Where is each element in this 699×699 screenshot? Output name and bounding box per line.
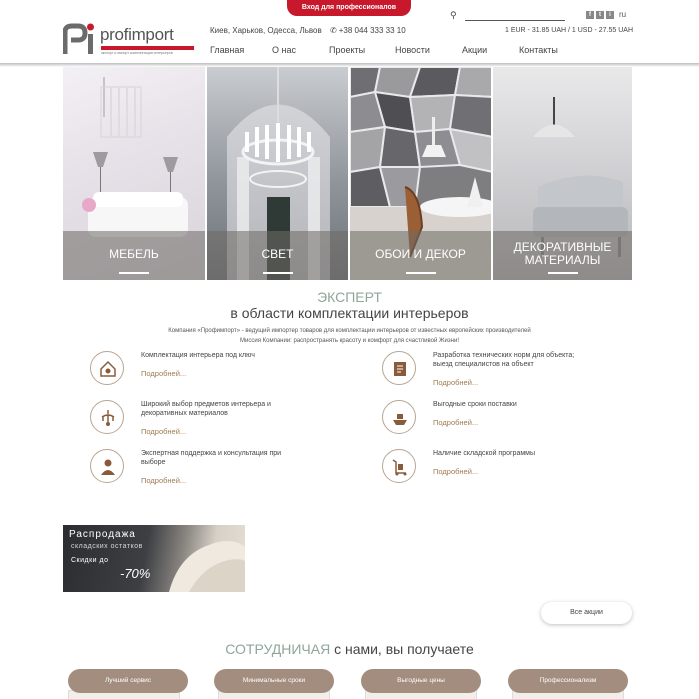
tile-label: Мебель (109, 247, 159, 261)
expert-desc-line2: Миссия Компании: распространять красоту … (240, 338, 459, 344)
instagram-icon[interactable]: i (606, 11, 614, 19)
feature-warehouse: Наличие складской программы Подробней... (382, 449, 612, 489)
facebook-icon[interactable]: f (586, 11, 594, 19)
nav-about[interactable]: О нас (272, 45, 296, 55)
sale-subtitle: складских остатков (71, 543, 143, 550)
tile-furniture[interactable]: Мебель (63, 67, 205, 280)
feature-delivery: Выгодные сроки поставки Подробней... (382, 400, 612, 440)
feature-turnkey: Комплектация интерьера под ключ Подробне… (90, 351, 310, 391)
pi-logo-icon (63, 23, 94, 54)
pro-login-button[interactable]: Вход для профессионалов (287, 0, 411, 16)
feature-expert-support: Экспертная поддержка и консультация при … (90, 449, 310, 489)
tile-decor-materials[interactable]: Декоративные материалы (491, 67, 632, 280)
currency-rates: 1 EUR - 31.85 UAH / 1 USD - 27.55 UAH (505, 27, 633, 34)
sale-banner[interactable]: Распродажа складских остатков Скидки до … (63, 525, 245, 592)
expert-subtitle: в области комплектации интерьеров (230, 305, 469, 321)
sale-fabric-illustration (169, 541, 245, 592)
logo[interactable]: profimport экспорт и импорт комплектация… (63, 22, 198, 56)
tile-wallpaper[interactable]: Обои и декор (348, 67, 491, 280)
feature-more-link[interactable]: Подробней... (433, 378, 478, 387)
twitter-icon[interactable]: t (596, 11, 604, 19)
benefit-min-terms[interactable]: Минимальные сроки (214, 669, 334, 693)
sale-title: Распродажа (69, 529, 136, 540)
feature-text: Наличие складской программы (433, 450, 536, 457)
nav-news[interactable]: Новости (395, 45, 430, 55)
feature-more-link[interactable]: Подробней... (433, 418, 478, 427)
search-icon[interactable]: ⚲ (450, 10, 457, 21)
language-switch[interactable]: ru (619, 10, 626, 19)
feature-wide-choice: Широкий выбор предметов интерьера и деко… (90, 400, 310, 440)
document-icon (382, 351, 416, 385)
coop-highlight: СОТРУДНИЧАЯ (225, 641, 331, 657)
social-links: f t i (586, 11, 614, 19)
tile-label-line2: материалы (524, 253, 601, 267)
nav-projects[interactable]: Проекты (329, 45, 365, 55)
cities: Киев, Харьков, Одесса, Львов (210, 26, 322, 35)
nav-home[interactable]: Главная (210, 45, 244, 55)
expert-desc-line1: Компания «Профимпорт» - ведущий импортер… (168, 328, 531, 334)
search[interactable]: ⚲ (450, 10, 566, 22)
brand-tagline: экспорт и импорт комплектация интерьеров (101, 51, 173, 55)
tile-underline (119, 272, 149, 274)
expert-title: ЭКСПЕРТ (317, 289, 382, 305)
phone[interactable]: ✆ +38 044 333 33 10 (330, 26, 406, 35)
nav-contacts[interactable]: Контакты (519, 45, 558, 55)
search-input[interactable] (465, 10, 565, 20)
tile-underline (263, 272, 293, 274)
expert-description: Компания «Профимпорт» - ведущий импортер… (0, 326, 699, 346)
feature-more-link[interactable]: Подробней... (433, 467, 478, 476)
benefit-best-service[interactable]: Лучший сервис (68, 669, 188, 693)
sale-discount-value: -70% (120, 566, 151, 581)
consultant-icon (90, 449, 124, 483)
feature-text: Экспертная поддержка и консультация при … (141, 450, 282, 466)
feature-tech-norms: Разработка технических норм для объекта;… (382, 351, 612, 391)
nav-promos[interactable]: Акции (462, 45, 487, 55)
brand-name: profimport (100, 25, 174, 44)
category-tiles: Мебель Свет (63, 67, 632, 280)
house-icon (90, 351, 124, 385)
phone-number: +38 044 333 33 10 (338, 26, 406, 35)
chandelier-icon (90, 400, 124, 434)
brand-bar (101, 46, 194, 50)
ship-icon (382, 400, 416, 434)
tile-label: Обои и декор (375, 247, 466, 261)
coop-rest: с нами, вы получаете (330, 641, 474, 657)
feature-more-link[interactable]: Подробней... (141, 427, 186, 436)
tile-label: Свет (261, 247, 294, 261)
feature-text: Комплектация интерьера под ключ (141, 352, 255, 359)
coop-heading: СОТРУДНИЧАЯ с нами, вы получаете (0, 641, 699, 657)
benefit-professionalism[interactable]: Профессионализм (508, 669, 628, 693)
all-promos-button[interactable]: Все акции (541, 602, 632, 624)
search-underline (465, 20, 565, 21)
feature-more-link[interactable]: Подробней... (141, 369, 186, 378)
feature-text: Широкий выбор предметов интерьера и деко… (141, 401, 271, 417)
cart-icon (382, 449, 416, 483)
feature-text: Выгодные сроки поставки (433, 401, 517, 408)
tile-underline (406, 272, 436, 274)
feature-more-link[interactable]: Подробней... (141, 476, 186, 485)
phone-icon: ✆ (330, 26, 337, 35)
benefit-good-prices[interactable]: Выгодные цены (361, 669, 481, 693)
sale-discount-label: Скидки до (71, 557, 109, 564)
tile-light[interactable]: Свет (205, 67, 348, 280)
feature-text: Разработка технических норм для объекта;… (433, 352, 575, 368)
tile-underline (548, 272, 578, 274)
